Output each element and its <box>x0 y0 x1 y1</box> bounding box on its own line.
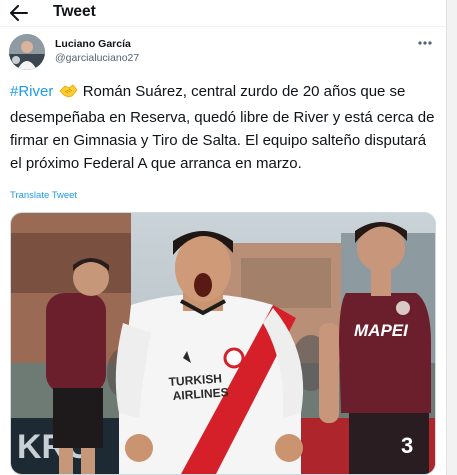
handshake-emoji-icon <box>58 82 78 106</box>
page-title: Tweet <box>53 3 96 20</box>
author-info[interactable]: Luciano García @garcialuciano27 <box>55 38 139 65</box>
arrow-left-icon <box>10 5 28 21</box>
back-button[interactable] <box>6 1 32 25</box>
avatar-image <box>9 34 45 70</box>
more-options-button[interactable] <box>414 36 436 50</box>
top-bar: Tweet <box>0 0 445 26</box>
tweet-text: #River Román Suárez, central zurdo de 20… <box>10 80 435 175</box>
hashtag-link[interactable]: #River <box>10 83 53 100</box>
scrollbar[interactable] <box>446 0 457 475</box>
avatar[interactable] <box>9 34 45 70</box>
opponent-sponsor: MAPEI <box>354 321 409 340</box>
translate-tweet-link[interactable]: Translate Tweet <box>10 190 77 201</box>
header-divider <box>0 26 446 27</box>
opponent-number: 3 <box>401 433 413 458</box>
author-handle[interactable]: @garcialuciano27 <box>55 51 139 65</box>
tweet-photo[interactable]: KRO MAPEI 3 <box>10 212 436 475</box>
more-options-icon <box>418 41 432 45</box>
photo-illustration: KRO MAPEI 3 <box>11 213 435 474</box>
author-name[interactable]: Luciano García <box>55 38 139 51</box>
